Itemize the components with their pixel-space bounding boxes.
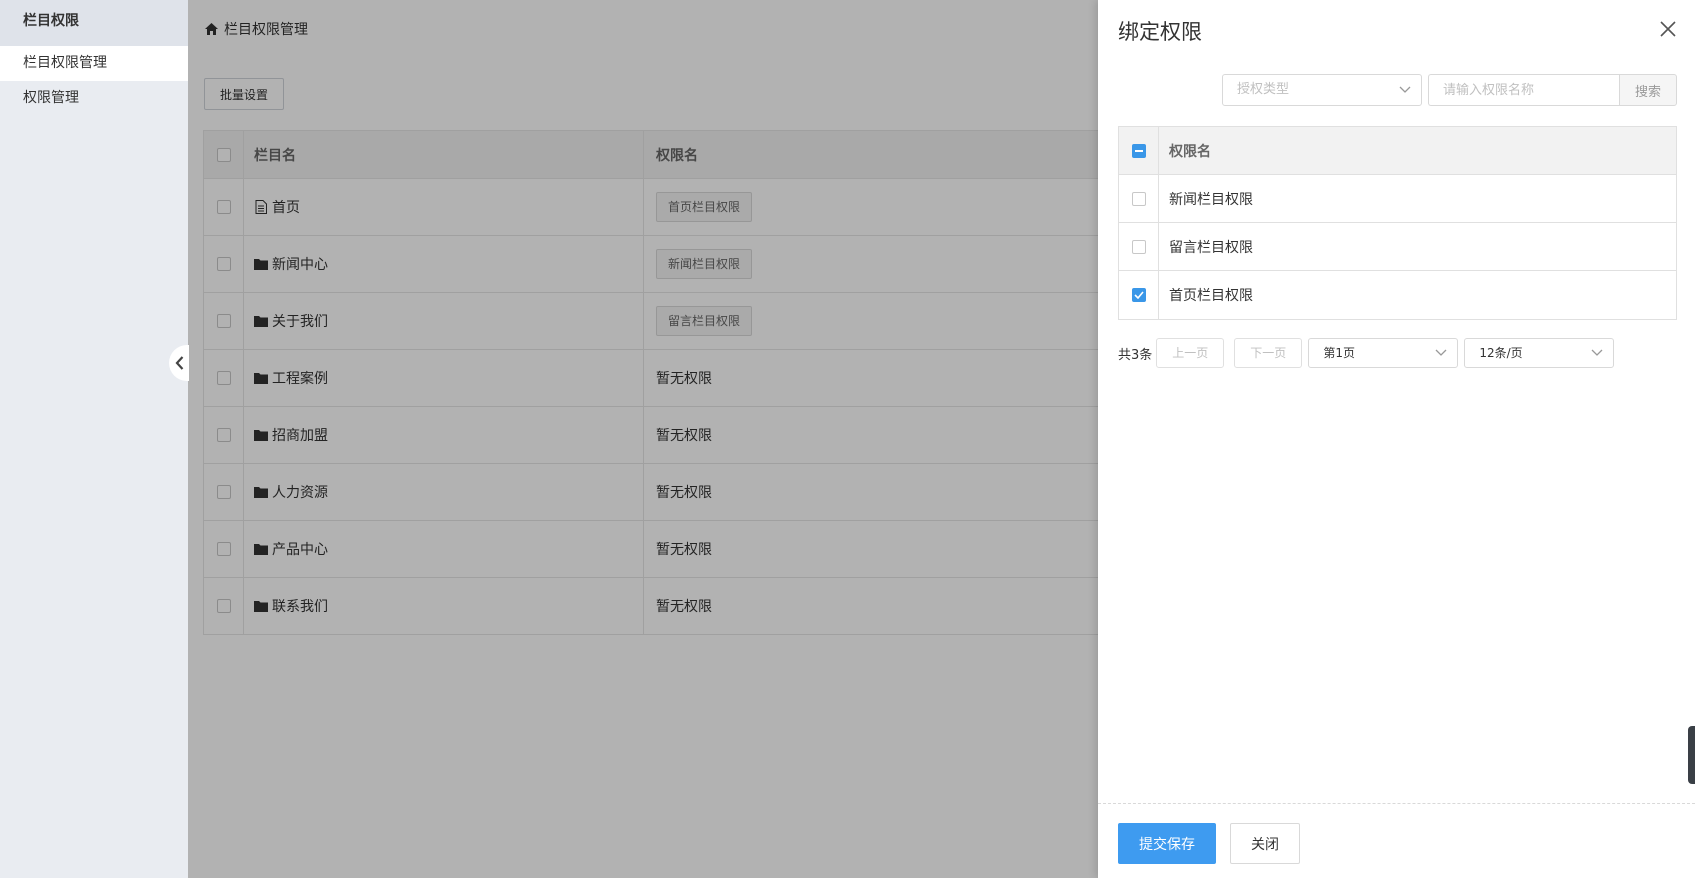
- pagination-total: 共3条: [1118, 347, 1153, 363]
- row-label: 新闻栏目权限: [1169, 191, 1253, 208]
- permission-table-header: 权限名: [1119, 127, 1676, 175]
- row-checkbox[interactable]: [1131, 191, 1146, 206]
- pagination: 共3条 上一页 下一页 第1页 12条/页: [1118, 338, 1615, 368]
- modal-overlay[interactable]: [188, 0, 1098, 878]
- chevron-down-icon: [1399, 75, 1411, 105]
- row-checkbox-checked[interactable]: [1131, 288, 1146, 302]
- chevron-down-icon: [1591, 339, 1603, 367]
- close-button[interactable]: 关闭: [1230, 823, 1300, 864]
- table-row: 新闻栏目权限: [1119, 175, 1676, 223]
- chevron-down-icon: [1435, 339, 1447, 367]
- bind-permission-drawer: 绑定权限 授权类型 搜索 权限名 新闻栏目权限 留言栏目权限: [1098, 0, 1695, 878]
- page-size-select[interactable]: 12条/页: [1464, 338, 1615, 368]
- page-select-value: 第1页: [1323, 346, 1355, 360]
- sidebar-title: 栏目权限: [0, 0, 188, 46]
- table-row: 留言栏目权限: [1119, 223, 1676, 271]
- permission-table: 权限名 新闻栏目权限 留言栏目权限 首页栏目权限: [1118, 126, 1677, 320]
- search-button[interactable]: 搜索: [1619, 74, 1677, 106]
- page-size-value: 12条/页: [1479, 346, 1523, 360]
- submit-save-button[interactable]: 提交保存: [1118, 823, 1216, 864]
- row-label: 留言栏目权限: [1169, 239, 1253, 256]
- prev-page-button[interactable]: 上一页: [1156, 338, 1225, 368]
- sidebar-item-permission-management[interactable]: 权限管理: [0, 81, 188, 116]
- row-checkbox[interactable]: [1131, 239, 1146, 254]
- close-icon[interactable]: [1659, 20, 1677, 38]
- drawer-title: 绑定权限: [1118, 20, 1202, 44]
- next-page-button[interactable]: 下一页: [1234, 338, 1303, 368]
- page-select[interactable]: 第1页: [1308, 338, 1459, 368]
- permission-search-input[interactable]: [1428, 74, 1620, 106]
- sidebar: 栏目权限 栏目权限管理 权限管理: [0, 0, 188, 878]
- permission-type-select[interactable]: 授权类型: [1222, 74, 1422, 106]
- chevron-left-icon: [175, 356, 183, 370]
- select-all-checkbox-indeterminate[interactable]: [1131, 143, 1146, 158]
- row-label: 首页栏目权限: [1169, 288, 1253, 304]
- sidebar-item-column-permission-management[interactable]: 栏目权限管理: [0, 46, 188, 81]
- drawer-footer-divider: [1098, 803, 1695, 804]
- table-row: 首页栏目权限: [1119, 271, 1676, 319]
- header-permission-name: 权限名: [1169, 143, 1211, 160]
- permission-type-placeholder: 授权类型: [1237, 82, 1290, 97]
- floating-side-handle[interactable]: [1688, 726, 1695, 784]
